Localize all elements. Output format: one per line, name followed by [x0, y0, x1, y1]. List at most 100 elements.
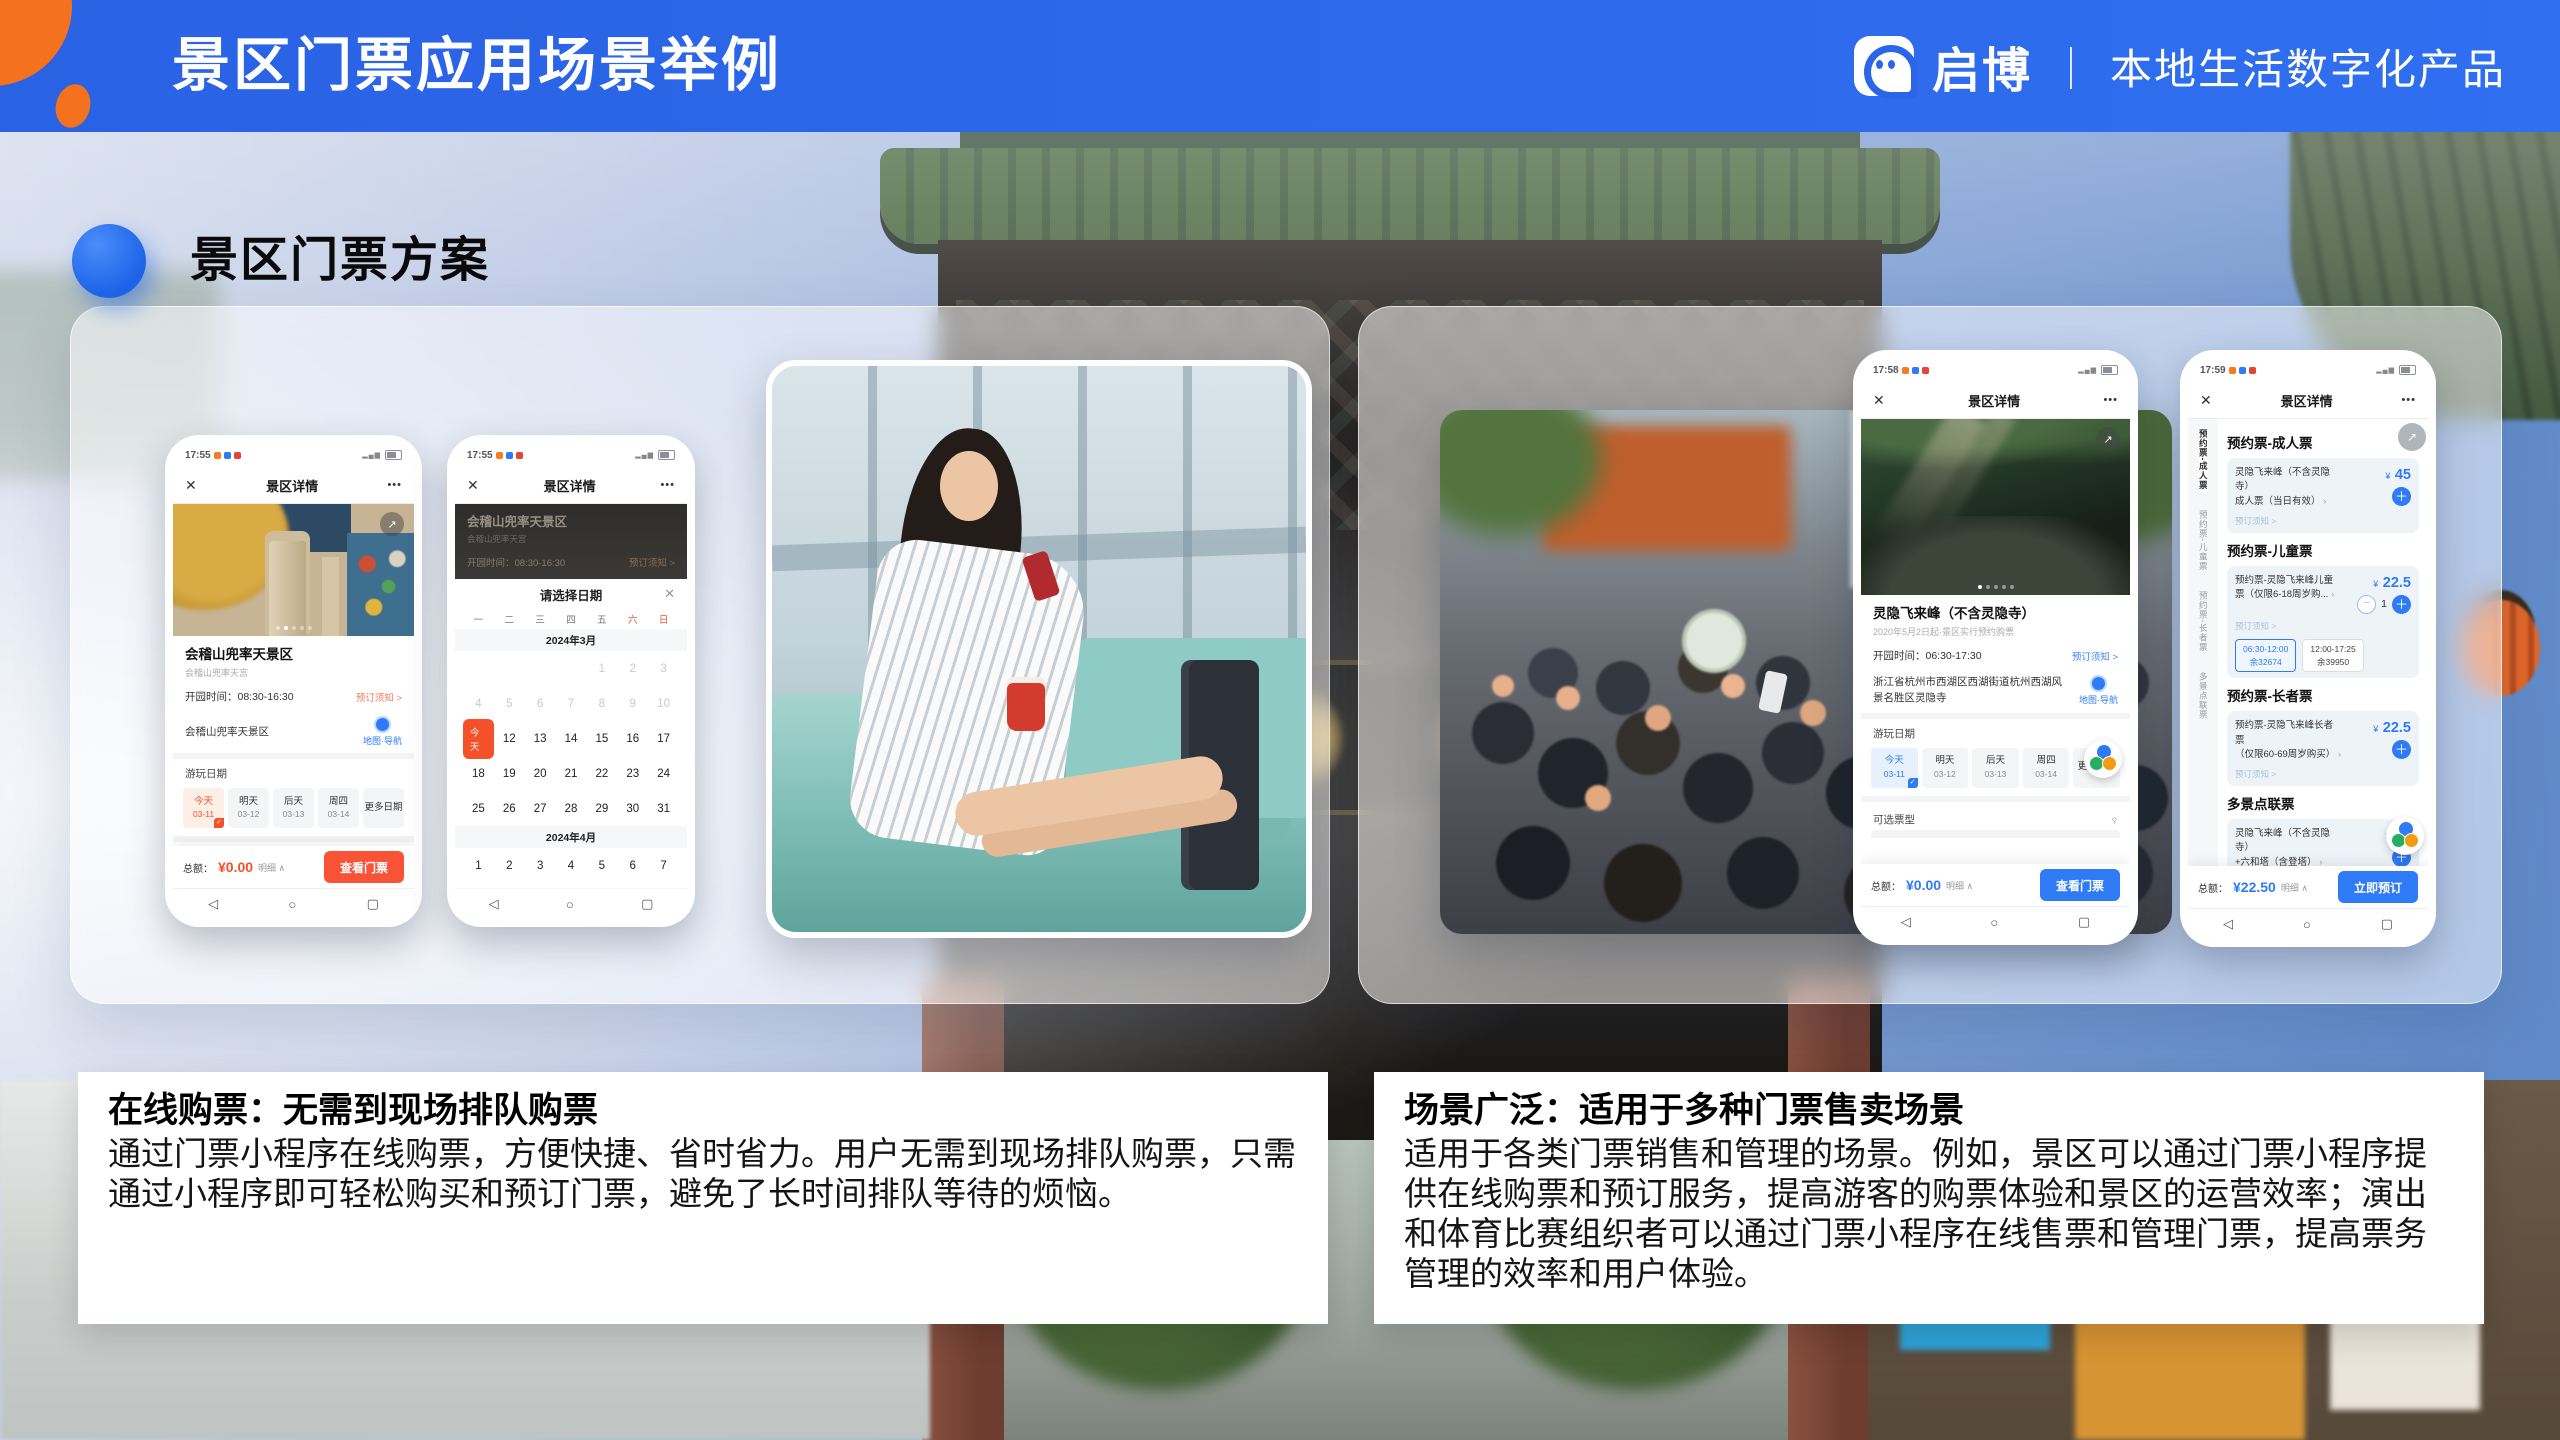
- calendar-day[interactable]: 29: [586, 792, 617, 825]
- add-ticket-button[interactable]: ＋: [2392, 740, 2411, 759]
- date-chip[interactable]: 后天03-13: [273, 788, 314, 828]
- time-slot-selected[interactable]: 06:30-12:00余32674: [2235, 639, 2296, 673]
- ticket-card[interactable]: 灵隐飞来峰（不含灵隐寺）成人票（当日有效） ¥ 45 ＋ 预订须知 >: [2227, 458, 2419, 533]
- more-icon[interactable]: •••: [2401, 394, 2416, 406]
- close-icon[interactable]: ✕: [2200, 392, 2212, 409]
- view-tickets-button[interactable]: 查看门票: [324, 851, 404, 883]
- more-icon[interactable]: •••: [2103, 394, 2118, 406]
- android-back-icon[interactable]: ◁: [2223, 916, 2233, 932]
- remove-ticket-button[interactable]: −: [2357, 595, 2376, 614]
- calendar-day[interactable]: 16: [617, 722, 648, 755]
- calendar-day[interactable]: 24: [648, 757, 679, 790]
- calendar-day[interactable]: 5: [586, 849, 617, 882]
- weekday-label: 日: [648, 612, 679, 626]
- date-chip[interactable]: 后天03-13: [1972, 748, 2019, 788]
- calendar-day[interactable]: 22: [586, 757, 617, 790]
- ticket-card[interactable]: 预约票-灵隐飞来峰长者票（仅限60-69周岁购买） ¥ 22.5 ＋ 预订须知 …: [2227, 711, 2419, 786]
- booking-notice-link[interactable]: 预订须知 >: [2072, 649, 2118, 663]
- booking-notice-link[interactable]: 预订须知 >: [356, 690, 402, 704]
- android-back-icon[interactable]: ◁: [208, 896, 218, 912]
- clipped-ticket-card: [1871, 830, 2120, 838]
- calendar-day[interactable]: 15: [586, 722, 617, 755]
- share-icon[interactable]: ↗: [380, 512, 404, 536]
- calendar-day: 10: [648, 687, 679, 720]
- search-icon[interactable]: ⌕: [2107, 811, 2122, 826]
- calendar-day[interactable]: 25: [463, 792, 494, 825]
- booking-notice-link[interactable]: 预订须知 >: [2235, 768, 2411, 780]
- calendar-day[interactable]: 7: [648, 849, 679, 882]
- book-now-button[interactable]: 立即预订: [2338, 871, 2418, 903]
- close-icon[interactable]: ✕: [1873, 392, 1885, 409]
- calendar-day[interactable]: 19: [494, 757, 525, 790]
- calendar-day[interactable]: 2: [494, 849, 525, 882]
- date-chip[interactable]: 更多日期: [363, 788, 404, 828]
- date-chip[interactable]: 周四03-14: [318, 788, 359, 828]
- section-bullet: [72, 224, 146, 298]
- booking-notice-link[interactable]: 预订须知 >: [2235, 620, 2411, 632]
- android-back-icon[interactable]: ◁: [489, 896, 499, 912]
- android-home-icon[interactable]: ○: [1990, 915, 1998, 930]
- android-recents-icon[interactable]: ▢: [2078, 914, 2090, 930]
- calendar-day[interactable]: 3: [525, 849, 556, 882]
- info-box-online-purchase: 在线购票：无需到现场排队购票 通过门票小程序在线购票，方便快捷、省时省力。用户无…: [78, 1072, 1328, 1324]
- calendar-day[interactable]: 1: [463, 849, 494, 882]
- detail-toggle[interactable]: 明细 ∧: [1946, 879, 1973, 892]
- date-chip[interactable]: 今天03-11✓: [183, 788, 224, 828]
- calendar-day[interactable]: 26: [494, 792, 525, 825]
- calendar-day[interactable]: 21: [556, 757, 587, 790]
- android-recents-icon[interactable]: ▢: [2381, 916, 2393, 932]
- share-icon[interactable]: ↗: [2398, 423, 2426, 451]
- close-icon[interactable]: ✕: [467, 477, 479, 494]
- calendar-day[interactable]: 31: [648, 792, 679, 825]
- calendar-day[interactable]: 6: [617, 849, 648, 882]
- miniapp-cluster-icon[interactable]: [2386, 817, 2424, 855]
- calendar-day[interactable]: 14: [556, 722, 587, 755]
- calendar-day[interactable]: 13: [525, 722, 556, 755]
- android-back-icon[interactable]: ◁: [1901, 914, 1911, 930]
- calendar-day[interactable]: 30: [617, 792, 648, 825]
- more-icon[interactable]: •••: [660, 479, 675, 491]
- date-chip[interactable]: 明天03-12: [1922, 748, 1969, 788]
- android-home-icon[interactable]: ○: [566, 897, 574, 912]
- date-chip[interactable]: 周四03-14: [2023, 748, 2070, 788]
- detail-toggle[interactable]: 明细 ∧: [258, 861, 285, 874]
- view-tickets-button[interactable]: 查看门票: [2040, 869, 2120, 901]
- calendar-day[interactable]: 4: [556, 849, 587, 882]
- date-chip[interactable]: 明天03-12: [228, 788, 269, 828]
- share-icon[interactable]: ↗: [2096, 427, 2120, 451]
- date-chip[interactable]: 今天03-11✓: [1871, 748, 1918, 788]
- scenic-hero-photo: ↗: [1861, 419, 2130, 595]
- modal-close-icon[interactable]: ✕: [664, 586, 675, 602]
- ticket-category-tab[interactable]: 多景点联票: [2198, 670, 2209, 722]
- ticket-category-tab[interactable]: 预约票-成人票: [2198, 427, 2209, 492]
- nav-title: 景区详情: [1885, 391, 2104, 410]
- map-navigation-link[interactable]: 地图·导航: [2079, 675, 2118, 706]
- add-ticket-button[interactable]: ＋: [2392, 595, 2411, 614]
- ticket-card[interactable]: 预约票-灵隐飞来峰儿童票（仅限6-18周岁购... ¥ 22.5 − 1 ＋: [2227, 566, 2419, 679]
- android-home-icon[interactable]: ○: [288, 897, 296, 912]
- signal-icon: ▂▄▆: [2376, 366, 2395, 374]
- calendar-day[interactable]: 20: [525, 757, 556, 790]
- map-navigation-link[interactable]: 地图·导航: [363, 716, 402, 747]
- calendar-day[interactable]: 12: [494, 722, 525, 755]
- android-home-icon[interactable]: ○: [2303, 917, 2311, 932]
- ticket-category-tab[interactable]: 预约票-长者票: [2198, 589, 2209, 654]
- calendar-day[interactable]: 23: [617, 757, 648, 790]
- time-slot[interactable]: 12:00-17:25余39950: [2302, 639, 2363, 673]
- more-icon[interactable]: •••: [387, 479, 402, 491]
- detail-toggle[interactable]: 明细 ∧: [2281, 881, 2308, 894]
- ticket-category-tab[interactable]: 预约票-儿童票: [2198, 508, 2209, 573]
- add-ticket-button[interactable]: ＋: [2392, 487, 2411, 506]
- brand-logo-icon: [1854, 36, 1914, 96]
- calendar-day[interactable]: 17: [648, 722, 679, 755]
- android-recents-icon[interactable]: ▢: [641, 896, 653, 912]
- android-recents-icon[interactable]: ▢: [367, 896, 379, 912]
- calendar-today-selected: 今天: [463, 719, 494, 759]
- calendar-day[interactable]: 今天: [463, 722, 494, 755]
- miniapp-cluster-icon[interactable]: [2084, 740, 2122, 778]
- calendar-day[interactable]: 18: [463, 757, 494, 790]
- calendar-day[interactable]: 27: [525, 792, 556, 825]
- close-icon[interactable]: ✕: [185, 477, 197, 494]
- calendar-day[interactable]: 28: [556, 792, 587, 825]
- booking-notice-link[interactable]: 预订须知 >: [2235, 515, 2411, 527]
